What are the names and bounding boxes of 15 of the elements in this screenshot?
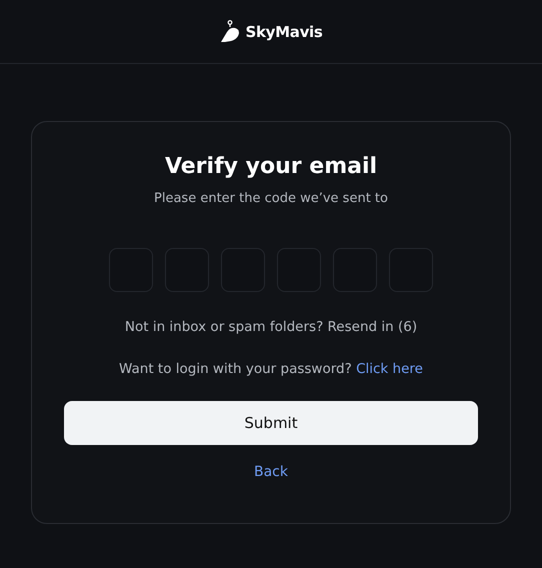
- code-digit-field[interactable]: [277, 248, 321, 292]
- back-link[interactable]: Back: [254, 464, 288, 480]
- password-prompt: Want to login with your password? Click here: [119, 361, 423, 377]
- logo-text: SkyMavis: [245, 22, 323, 40]
- code-digit-field[interactable]: [389, 248, 433, 292]
- submit-button[interactable]: Submit: [64, 401, 478, 445]
- card-subtitle: Please enter the code we’ve sent to: [154, 191, 388, 206]
- code-digit-field[interactable]: [333, 248, 377, 292]
- code-digit-field[interactable]: [221, 248, 265, 292]
- code-digit-field[interactable]: [165, 248, 209, 292]
- card-title: Verify your email: [164, 154, 378, 179]
- code-digit-field[interactable]: [109, 248, 153, 292]
- click-here-link[interactable]: Click here: [356, 361, 423, 377]
- bird-logo-icon: [219, 20, 242, 44]
- resend-text: Not in inbox or spam folders? Resend in (6): [124, 319, 418, 335]
